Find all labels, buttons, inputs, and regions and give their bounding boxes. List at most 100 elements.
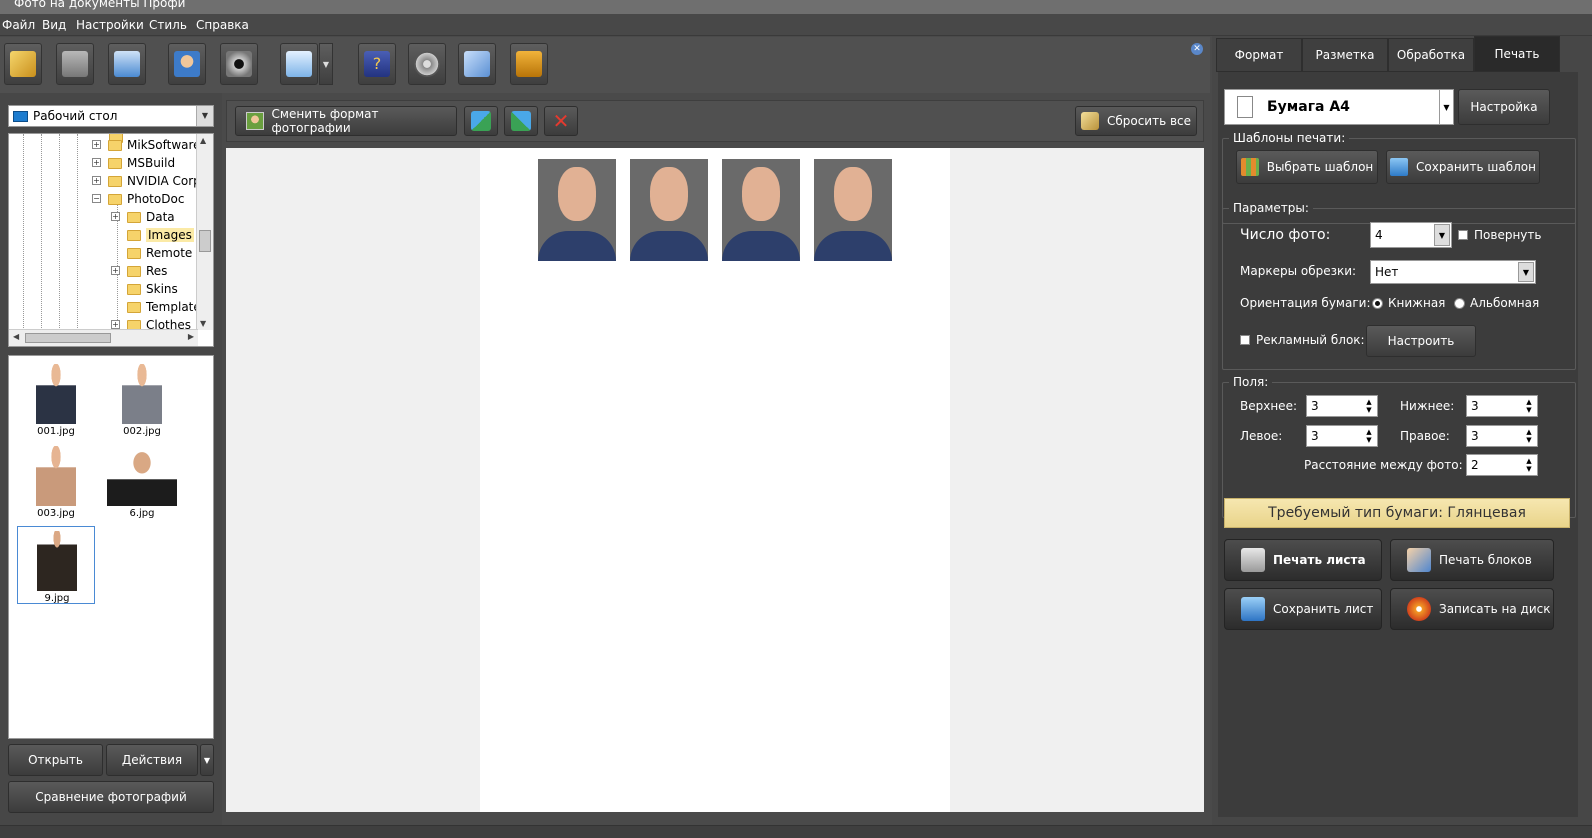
print-blocks-button[interactable]: Печать блоков [1390,539,1554,581]
tab-format[interactable]: Формат [1216,38,1302,72]
spacing-input[interactable]: 2 ▲ ▼ [1466,454,1538,476]
crop-markers-select[interactable]: Нет ▼ [1370,260,1536,284]
landscape-radio[interactable] [1454,298,1465,309]
paper-settings-button[interactable]: Настройка [1458,89,1550,125]
cart-button[interactable] [510,43,548,85]
rotate-checkbox[interactable] [1458,230,1468,240]
tree-item[interactable]: PhotoDoc [108,190,184,208]
portrait-radio[interactable] [1372,298,1383,309]
scrollbar-thumb[interactable] [25,333,111,343]
spinner-arrows-icon[interactable]: ▲ ▼ [1361,396,1377,416]
chevron-down-icon[interactable]: ▼ [1518,262,1534,282]
save-template-button[interactable]: Сохранить шаблон [1386,150,1540,184]
right-margin-input[interactable]: 3 ▲ ▼ [1466,425,1538,447]
thumbnail-item[interactable]: 002.jpg [103,360,181,438]
help-button[interactable]: ? [358,43,396,85]
thumbnail-item[interactable]: 6.jpg [103,442,181,520]
actions-button[interactable]: Действия [106,744,198,776]
paper-select[interactable]: Бумага А4 ▼ [1224,89,1454,125]
chevron-down-icon[interactable]: ▼ [1439,90,1453,124]
save-button[interactable] [56,43,94,85]
reset-all-button[interactable]: Сбросить все [1075,106,1197,136]
save-sheet-button[interactable]: Сохранить лист [1224,588,1382,630]
print-button[interactable] [108,43,146,85]
open-button[interactable]: Открыть [8,744,103,776]
menu-style[interactable]: Стиль [149,18,187,32]
tree-item[interactable]: MSBuild [108,154,175,172]
tree-item[interactable]: MikSoftware [108,136,201,154]
tree-item[interactable]: Data [127,208,175,226]
compare-photos-button[interactable]: Сравнение фотографий [8,781,214,813]
a4-page[interactable] [480,148,950,812]
tab-layout[interactable]: Разметка [1302,38,1388,72]
spinner-arrows-icon[interactable]: ▲ ▼ [1521,455,1537,475]
scrollbar-thumb[interactable] [199,230,211,252]
passport-photo[interactable] [814,159,892,261]
change-format-button[interactable]: Сменить формат фотографии [235,106,457,136]
tree-item[interactable]: Remote [127,244,192,262]
menu-view[interactable]: Вид [42,18,66,32]
passport-photo[interactable] [722,159,800,261]
spinner-arrows-icon[interactable]: ▲ ▼ [1521,396,1537,416]
rotate-right-button[interactable] [504,106,538,136]
left-margin-input[interactable]: 3 ▲ ▼ [1306,425,1378,447]
expand-icon[interactable]: + [111,212,120,221]
menu-settings[interactable]: Настройки [76,18,144,32]
passport-photo[interactable] [630,159,708,261]
open-folder-button[interactable] [4,43,42,85]
thumbnail-item[interactable]: 001.jpg [17,360,95,438]
folder-icon [127,301,141,313]
expand-icon[interactable]: + [92,140,101,149]
tree-item[interactable]: Template [127,298,201,316]
folder-dropdown[interactable]: Рабочий стол ▼ [8,105,214,127]
passport-photo[interactable] [538,159,616,261]
folder-tree: + MikSoftware + MSBuild + NVIDIA Corp − … [8,133,214,347]
photo-count-select[interactable]: 4 ▼ [1370,222,1452,248]
chevron-down-icon[interactable]: ▼ [196,106,213,126]
tree-item[interactable]: Res [127,262,167,280]
screen-dropdown[interactable]: ▼ [319,43,333,85]
choose-template-button[interactable]: Выбрать шаблон [1236,150,1378,184]
expand-icon[interactable]: + [92,176,101,185]
user-photo-button[interactable] [168,43,206,85]
tree-item[interactable]: NVIDIA Corp [108,172,201,190]
delete-button[interactable]: ✕ [544,106,578,136]
expand-icon[interactable]: + [111,320,120,329]
rotate-left-button[interactable] [464,106,498,136]
print-sheet-button[interactable]: Печать листа [1224,539,1382,581]
tree-item[interactable]: Skins [127,280,178,298]
tab-print[interactable]: Печать [1474,36,1560,72]
bottom-margin-input[interactable]: 3 ▲ ▼ [1466,395,1538,417]
tab-processing[interactable]: Обработка [1388,38,1474,72]
top-margin-input[interactable]: 3 ▲ ▼ [1306,395,1378,417]
scroll-left-icon[interactable]: ◀ [13,332,19,341]
thumbnail-item-selected[interactable]: 9.jpg [17,526,95,604]
camera-button[interactable] [220,43,258,85]
close-icon[interactable]: ✕ [1191,43,1203,55]
tree-horizontal-scrollbar[interactable]: ◀ ▶ [9,329,198,346]
spinner-arrows-icon[interactable]: ▲ ▼ [1361,426,1377,446]
expand-icon[interactable]: + [111,266,120,275]
collapse-icon[interactable]: − [92,194,101,203]
ad-configure-button[interactable]: Настроить [1366,325,1476,357]
spinner-arrows-icon[interactable]: ▲ ▼ [1521,426,1537,446]
menu-file[interactable]: Файл [2,18,35,32]
scroll-right-icon[interactable]: ▶ [188,332,194,341]
actions-dropdown[interactable]: ▼ [200,744,214,776]
burn-disc-button[interactable]: Записать на диск [1390,588,1554,630]
thumbnail-item[interactable]: 003.jpg [17,442,95,520]
tree-vertical-scrollbar[interactable]: ▲ ▼ [196,134,213,330]
scroll-up-icon[interactable]: ▲ [200,136,206,145]
package-button[interactable] [458,43,496,85]
expand-icon[interactable]: + [92,158,101,167]
screen-button[interactable] [280,43,318,85]
templates-group-title: Шаблоны печати: [1229,131,1350,145]
ad-block-checkbox[interactable] [1240,335,1250,345]
scroll-down-icon[interactable]: ▼ [200,319,206,328]
broom-icon [1080,112,1099,130]
menu-help[interactable]: Справка [196,18,249,32]
template-grid-icon [1240,158,1259,176]
tree-item-selected[interactable]: Images [127,226,194,244]
chevron-down-icon[interactable]: ▼ [1434,224,1450,246]
film-button[interactable] [408,43,446,85]
